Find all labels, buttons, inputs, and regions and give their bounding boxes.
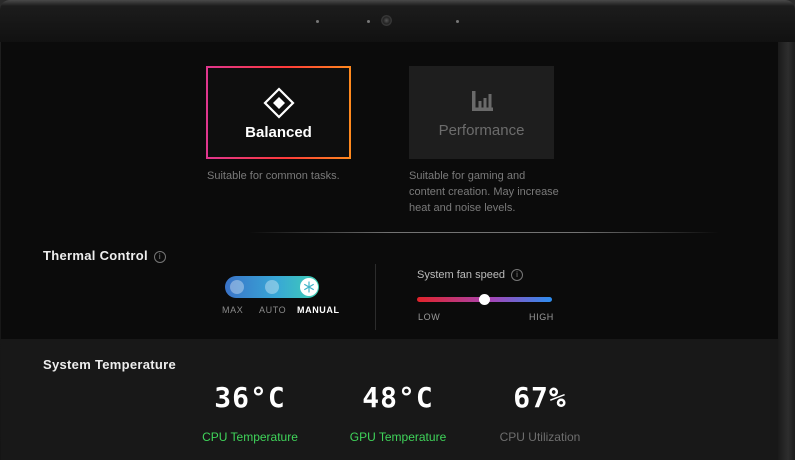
info-icon[interactable]: i [511, 269, 524, 281]
vertical-separator [375, 264, 376, 330]
section-divider [249, 232, 719, 233]
info-icon[interactable]: i [153, 251, 166, 263]
mode-description: Suitable for gaming and content creation… [409, 168, 609, 216]
thermal-control-title: Thermal Control i [43, 248, 166, 263]
app-screen: Balanced Suitable for common tasks. Perf… [1, 42, 778, 460]
gpu-temperature-label: GPU Temperature [349, 430, 447, 444]
description-line: Suitable for gaming and [409, 170, 526, 182]
toggle-stop-auto[interactable] [265, 280, 279, 294]
webcam-icon [381, 15, 392, 26]
sensor-dot [456, 20, 459, 23]
slider-thumb[interactable] [479, 294, 490, 305]
cpu-temperature-label: CPU Temperature [202, 430, 298, 444]
fan-speed-title-text: System fan speed [417, 269, 506, 281]
toggle-label-auto[interactable]: AUTO [259, 305, 286, 315]
cpu-temperature-value: 36°C [214, 381, 286, 414]
diamond-icon [262, 87, 295, 119]
bezel-top [0, 0, 795, 42]
toggle-label-max[interactable]: MAX [222, 305, 243, 315]
sensor-dot [367, 20, 370, 23]
mode-description: Suitable for common tasks. [207, 170, 340, 182]
mode-card-performance[interactable]: Performance [409, 66, 554, 159]
mode-label: Performance [438, 122, 525, 139]
slider-high-label: HIGH [529, 312, 554, 322]
bezel-edge [778, 42, 795, 460]
toggle-label-manual[interactable]: MANUAL [297, 305, 340, 315]
description-line: heat and noise levels. [409, 202, 516, 214]
mode-card-balanced[interactable]: Balanced [206, 66, 351, 159]
thermal-mode-toggle[interactable] [225, 276, 319, 298]
toggle-knob[interactable] [300, 278, 318, 296]
description-line: content creation. May increase [409, 186, 559, 198]
toggle-stop-max[interactable] [230, 280, 244, 294]
bar-chart-icon [471, 91, 493, 111]
fan-speed-title: System fan speed i [417, 269, 524, 281]
system-temperature-panel: System Temperature 36°C CPU Temperature … [1, 339, 778, 460]
sensor-dot [316, 20, 319, 23]
slider-low-label: LOW [418, 312, 441, 322]
section-title-text: Thermal Control [43, 248, 148, 263]
cpu-utilization-label: CPU Utilization [499, 430, 581, 444]
cpu-utilization-value: 67% [513, 381, 567, 414]
mode-label: Balanced [245, 124, 312, 141]
snowflake-icon [304, 281, 314, 293]
system-temperature-title: System Temperature [43, 357, 177, 372]
gpu-temperature-value: 48°C [362, 381, 434, 414]
